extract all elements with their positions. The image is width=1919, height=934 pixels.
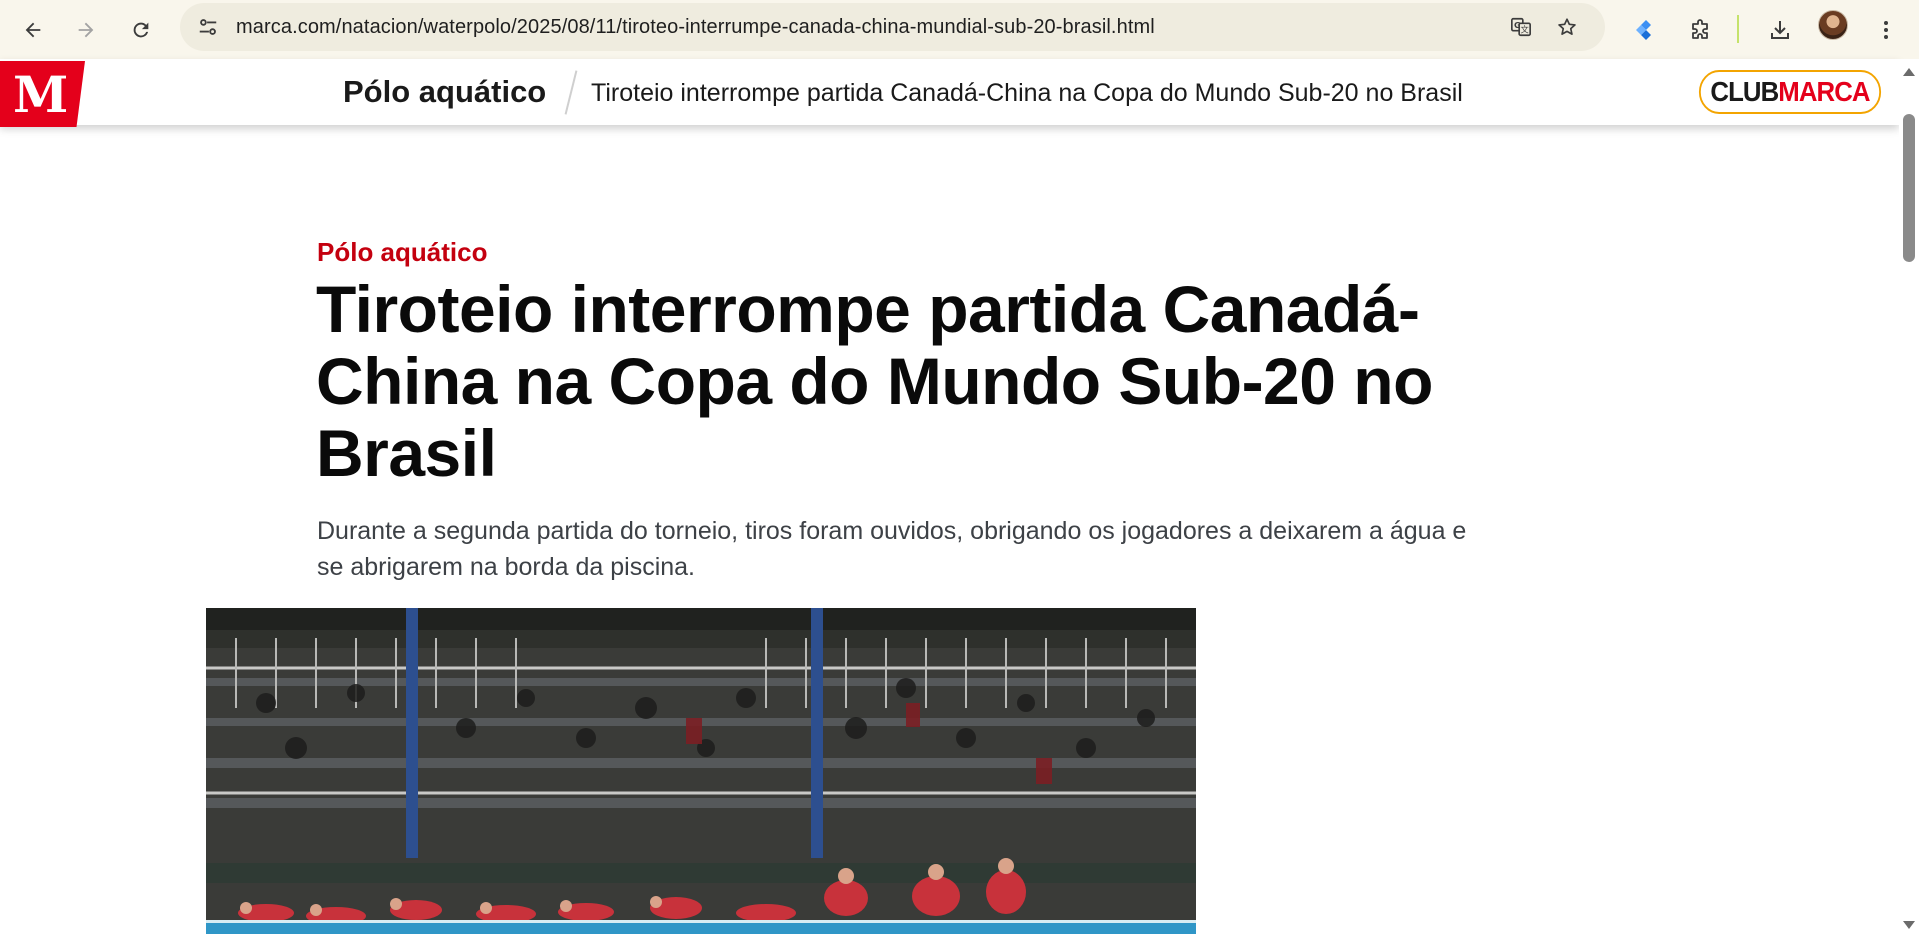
extension-button[interactable] bbox=[1626, 10, 1666, 50]
site-header: M Pólo aquático Tiroteio interrompe part… bbox=[0, 59, 1899, 127]
toolbar-divider bbox=[1737, 15, 1739, 43]
club-marca-button[interactable]: CLUB MARCA bbox=[1698, 70, 1882, 114]
club-marca-label-club: CLUB bbox=[1710, 76, 1779, 107]
marca-logo[interactable]: M bbox=[0, 61, 85, 127]
bookmark-star-icon bbox=[1558, 18, 1576, 35]
header-divider bbox=[564, 70, 578, 115]
more-menu-icon bbox=[1884, 21, 1888, 39]
download-icon bbox=[1771, 21, 1789, 39]
back-icon bbox=[25, 22, 41, 38]
scroll-up-arrow[interactable] bbox=[1903, 68, 1915, 76]
svg-text:文: 文 bbox=[1521, 25, 1529, 35]
extensions-puzzle-icon bbox=[1692, 19, 1708, 39]
address-bar[interactable]: marca.com/natacion/waterpolo/2025/08/11/… bbox=[180, 3, 1605, 51]
article-subtitle: Durante a segunda partida do torneio, ti… bbox=[317, 517, 1467, 581]
header-headline: Tiroteio interrompe partida Canadá-China… bbox=[591, 79, 1463, 107]
header-section-link[interactable]: Pólo aquático bbox=[343, 74, 546, 110]
extensions-menu-button[interactable] bbox=[1680, 10, 1720, 50]
forward-button[interactable] bbox=[66, 10, 106, 50]
article-kicker[interactable]: Pólo aquático bbox=[317, 237, 487, 268]
translate-icon: G 文 bbox=[1511, 17, 1531, 37]
pool-stands-photo bbox=[206, 608, 1196, 934]
site-info-button[interactable] bbox=[192, 11, 224, 43]
article-photo[interactable] bbox=[206, 608, 1196, 934]
scroll-down-arrow[interactable] bbox=[1903, 921, 1915, 929]
page-scrollbar[interactable] bbox=[1899, 59, 1919, 934]
bookmark-button[interactable] bbox=[1552, 12, 1582, 42]
reload-button[interactable] bbox=[121, 10, 161, 50]
url-text[interactable]: marca.com/natacion/waterpolo/2025/08/11/… bbox=[236, 16, 1155, 39]
browser-toolbar: marca.com/natacion/waterpolo/2025/08/11/… bbox=[0, 0, 1919, 59]
scroll-thumb[interactable] bbox=[1903, 114, 1915, 262]
profile-avatar[interactable] bbox=[1818, 10, 1848, 40]
translate-button[interactable]: G 文 bbox=[1506, 12, 1536, 42]
more-menu-button[interactable] bbox=[1866, 10, 1906, 50]
article-headline: Tiroteio interrompe partida Canadá-China… bbox=[316, 272, 1433, 490]
extension-diamond-icon bbox=[1636, 20, 1651, 40]
downloads-button[interactable] bbox=[1760, 10, 1800, 50]
back-button[interactable] bbox=[13, 10, 53, 50]
forward-icon bbox=[78, 22, 94, 38]
reload-icon bbox=[133, 22, 149, 38]
club-marca-label-marca: MARCA bbox=[1778, 76, 1870, 107]
site-info-icon bbox=[199, 19, 217, 35]
